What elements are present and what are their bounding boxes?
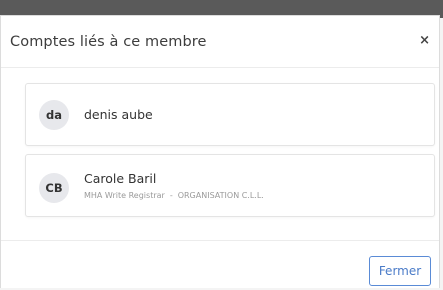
- account-meta: MHA Write Registrar - ORGANISATION C.L.L.: [84, 191, 264, 200]
- avatar: CB: [39, 173, 69, 203]
- account-name: Carole Baril: [84, 171, 157, 186]
- avatar: da: [39, 100, 69, 130]
- account-card[interactable]: da denis aube: [25, 83, 435, 146]
- account-organisation: ORGANISATION C.L.L.: [177, 191, 264, 200]
- modal-body: da denis aube CB Carole Baril MHA Write …: [1, 68, 439, 238]
- modal-footer: Fermer: [1, 240, 439, 290]
- meta-separator: -: [169, 191, 173, 200]
- account-role: MHA Write Registrar: [84, 191, 165, 200]
- modal-header: Comptes liés à ce membre ×: [1, 16, 439, 68]
- close-icon[interactable]: ×: [419, 33, 430, 48]
- account-card[interactable]: CB Carole Baril MHA Write Registrar - ORGA…: [25, 154, 435, 217]
- linked-accounts-modal: Comptes liés à ce membre × da denis aube…: [0, 15, 440, 288]
- modal-title: Comptes liés à ce membre: [10, 34, 207, 50]
- close-button[interactable]: Fermer: [369, 256, 431, 286]
- account-name: denis aube: [84, 107, 153, 122]
